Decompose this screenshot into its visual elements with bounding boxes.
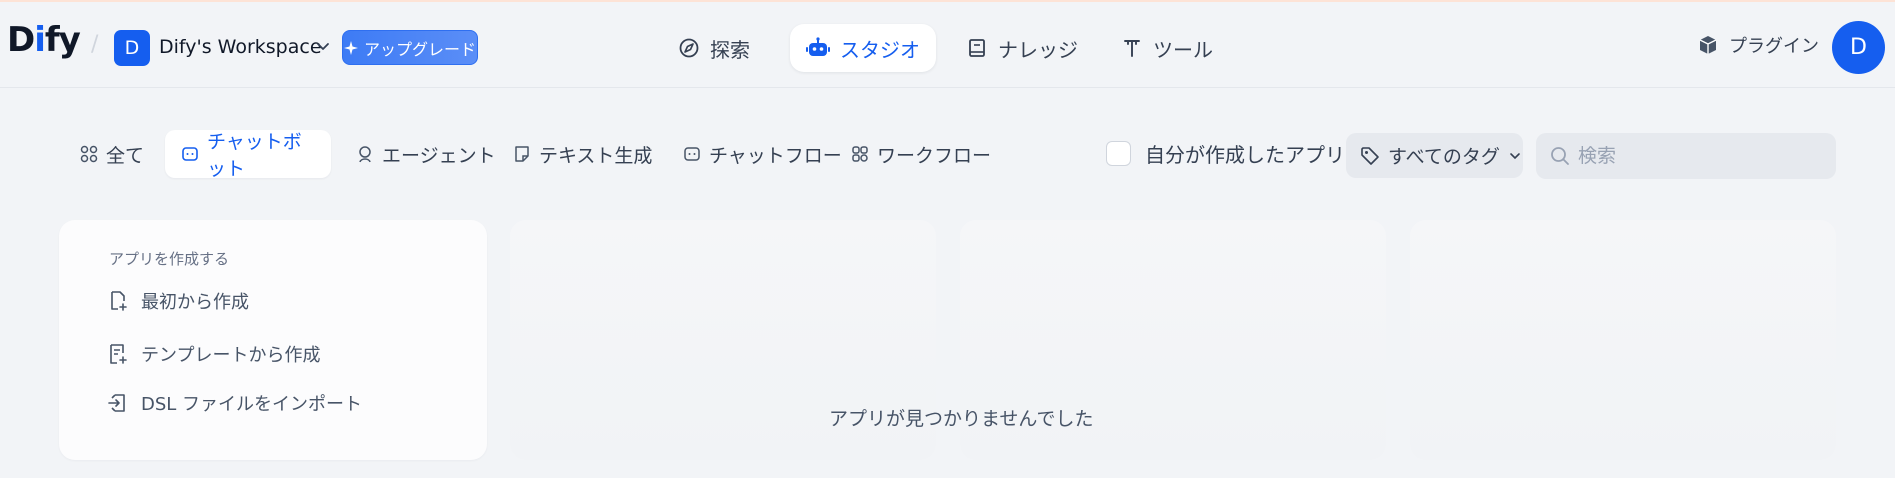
created-by-me-label: 自分が作成したアプリ: [1145, 143, 1345, 167]
tag-filter-label: すべてのタグ: [1388, 146, 1500, 168]
tab-agent[interactable]: エージェント: [340, 130, 512, 178]
create-item-label: DSL ファイルをインポート: [141, 394, 363, 415]
import-icon: [107, 392, 129, 414]
chatbot-icon: [181, 145, 199, 163]
tab-label: チャットフロー: [709, 144, 842, 167]
book-icon: [966, 37, 988, 59]
upgrade-button[interactable]: アップグレード: [342, 30, 478, 65]
nav-studio[interactable]: スタジオ: [790, 24, 936, 72]
workflow-icon: [851, 145, 869, 163]
plugin-button[interactable]: プラグイン: [1697, 32, 1819, 58]
tool-icon: [1121, 37, 1143, 59]
search-icon: [1550, 146, 1570, 166]
upgrade-label: アップグレード: [363, 39, 476, 59]
tab-text-generation[interactable]: テキスト生成: [497, 130, 668, 178]
tab-label: エージェント: [382, 144, 496, 167]
tag-filter-dropdown[interactable]: すべてのタグ: [1346, 133, 1523, 178]
compass-icon: [678, 37, 700, 59]
search-input[interactable]: [1578, 145, 1818, 167]
tab-workflow[interactable]: ワークフロー: [835, 130, 1007, 178]
import-dsl-button[interactable]: DSL ファイルをインポート: [107, 390, 362, 416]
template-icon: [107, 343, 129, 365]
user-avatar[interactable]: D: [1832, 21, 1885, 74]
sparkle-icon: [343, 40, 358, 55]
create-item-label: 最初から作成: [141, 292, 249, 313]
nav-knowledge[interactable]: ナレッジ: [950, 24, 1094, 72]
workspace-name[interactable]: Dify's Workspace: [159, 36, 322, 58]
nav-explore[interactable]: 探索: [662, 24, 766, 72]
cube-icon: [1697, 34, 1719, 56]
search-box[interactable]: [1536, 133, 1836, 179]
tab-chatbot[interactable]: チャットボット: [165, 130, 331, 180]
nav-label: 探索: [710, 37, 750, 62]
created-by-me-filter[interactable]: 自分が作成したアプリ: [1106, 139, 1345, 168]
create-item-label: テンプレートから作成: [141, 345, 321, 366]
nav-label: ナレッジ: [998, 37, 1078, 62]
chevron-down-icon[interactable]: [315, 38, 331, 54]
tab-label: ワークフロー: [877, 144, 992, 167]
tab-label: テキスト生成: [539, 144, 653, 167]
tab-label: 全て: [106, 144, 145, 167]
create-from-template-button[interactable]: テンプレートから作成: [107, 341, 320, 367]
text-generation-icon: [513, 145, 531, 163]
empty-state-message: アプリが見つかりませんでした: [829, 408, 1094, 430]
create-app-card: アプリを作成する 最初から作成 テンプレートから作成 DSL ファイルをインポー…: [59, 220, 487, 460]
plugin-label: プラグイン: [1729, 36, 1819, 57]
tab-all[interactable]: 全て: [64, 130, 160, 178]
breadcrumb-separator: /: [91, 32, 99, 57]
create-from-blank-button[interactable]: 最初から作成: [107, 288, 249, 314]
nav-label: スタジオ: [840, 37, 920, 62]
grid-icon: [80, 145, 98, 163]
chatflow-icon: [683, 145, 701, 163]
nav-tools[interactable]: ツール: [1105, 24, 1229, 72]
top-header: Dify / D Dify's Workspace アップグレード 探索 スタジ…: [0, 2, 1895, 88]
new-file-icon: [107, 290, 129, 312]
tab-chatflow[interactable]: チャットフロー: [667, 130, 858, 178]
dify-logo[interactable]: Dify: [7, 20, 81, 60]
workspace-avatar[interactable]: D: [114, 30, 150, 66]
tag-icon: [1360, 146, 1380, 166]
tab-label: チャットボット: [207, 131, 302, 180]
robot-icon: [806, 37, 830, 59]
agent-icon: [356, 145, 374, 163]
chevron-down-icon: [1508, 149, 1522, 163]
create-app-title: アプリを作成する: [109, 250, 230, 268]
created-by-me-checkbox[interactable]: [1106, 141, 1131, 166]
app-card-placeholder: [1410, 220, 1836, 460]
nav-label: ツール: [1153, 37, 1213, 62]
